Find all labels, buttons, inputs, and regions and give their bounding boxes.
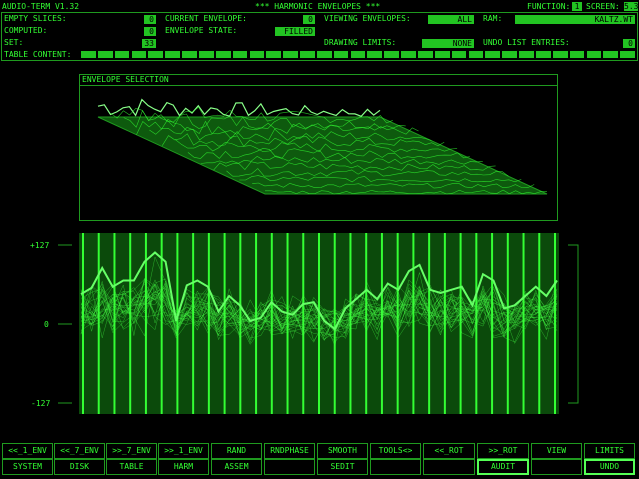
table-slice[interactable] (232, 51, 248, 58)
undo-button[interactable]: UNDO (584, 459, 635, 475)
table-content-label: TABLE CONTENT: (4, 50, 72, 59)
screen-label: SCREEN: (586, 2, 620, 11)
screen-indicator[interactable]: 5.3 (624, 2, 638, 11)
table-slice[interactable] (485, 51, 501, 58)
1-env-button[interactable]: <<_1_ENV (2, 443, 53, 459)
1-env-button[interactable]: >>_1_ENV (158, 443, 209, 459)
rot-button[interactable]: <<_ROT (423, 443, 475, 459)
table-slice[interactable] (198, 51, 214, 58)
table-button[interactable]: TABLE (106, 459, 157, 475)
viewing-envelopes-value[interactable]: ALL (428, 15, 474, 24)
empty-row2-7-button[interactable] (370, 459, 421, 475)
empty-slices-label: EMPTY SLICES: (4, 14, 67, 23)
table-slice[interactable] (401, 51, 416, 58)
harm-button[interactable]: HARM (158, 459, 209, 475)
table-slice[interactable] (434, 51, 450, 58)
computed-label: COMPUTED: (4, 26, 48, 35)
table-slice[interactable] (148, 51, 164, 58)
envelope-selection-title: ENVELOPE SELECTION (82, 75, 169, 84)
sedit-button[interactable]: SEDIT (317, 459, 368, 475)
disk-button[interactable]: DISK (54, 459, 105, 475)
table-slice[interactable] (316, 51, 332, 58)
smooth-button[interactable]: SMOOTH (317, 443, 368, 459)
limits-button[interactable]: LIMITS (584, 443, 635, 459)
ram-value[interactable]: KALTZ.WT (515, 15, 635, 24)
rndphase-button[interactable]: RNDPHASE (264, 443, 315, 459)
table-slice[interactable] (552, 51, 568, 58)
tools-button[interactable]: TOOLS<> (370, 443, 421, 459)
table-slice[interactable] (300, 51, 315, 58)
editor-range-bracket (568, 244, 579, 404)
7-env-button[interactable]: <<_7_ENV (54, 443, 105, 459)
empty-slices-value: 0 (144, 15, 156, 24)
current-envelope-value[interactable]: 0 (303, 15, 315, 24)
function-indicator[interactable]: 1 (572, 2, 582, 11)
table-slice[interactable] (519, 51, 534, 58)
viewing-envelopes-label: VIEWING ENVELOPES: (324, 14, 411, 23)
rand-button[interactable]: RAND (211, 443, 262, 459)
table-slice[interactable] (114, 51, 130, 58)
table-slice[interactable] (468, 51, 484, 58)
table-slice[interactable] (451, 51, 467, 58)
current-envelope-label: CURRENT ENVELOPE: (165, 14, 247, 23)
undo-list-entries-value: 0 (623, 39, 635, 48)
drawing-limits-label: DRAWING LIMITS: (324, 38, 397, 47)
system-button[interactable]: SYSTEM (2, 459, 53, 475)
table-slice[interactable] (215, 51, 231, 58)
envelope-state-label: ENVELOPE STATE: (165, 26, 238, 35)
empty-row2-10-button[interactable] (531, 459, 582, 475)
empty-row2-8-button[interactable] (423, 459, 475, 475)
table-slice[interactable] (535, 51, 551, 58)
envelope-trace (97, 98, 381, 118)
7-env-button[interactable]: >>_7_ENV (106, 443, 157, 459)
ram-label: RAM: (483, 14, 503, 23)
function-label: FUNCTION: (527, 2, 571, 11)
table-slice[interactable] (586, 51, 602, 58)
table-slice[interactable] (620, 51, 635, 58)
table-slice[interactable] (569, 51, 585, 58)
set-value: 33 (142, 39, 156, 48)
table-slice[interactable] (350, 51, 366, 58)
harmonic-envelope-editor[interactable] (0, 228, 639, 418)
table-slice[interactable] (502, 51, 517, 58)
table-slice[interactable] (283, 51, 298, 58)
table-slice[interactable] (418, 51, 433, 58)
table-slice[interactable] (266, 51, 282, 58)
assem-button[interactable]: ASSEM (211, 459, 262, 475)
table-slice[interactable] (367, 51, 383, 58)
table-slice[interactable] (603, 51, 619, 58)
screen-title: *** HARMONIC ENVELOPES *** (255, 2, 381, 11)
drawing-limits-value[interactable]: NONE (422, 39, 474, 48)
empty-row2-5-button[interactable] (264, 459, 315, 475)
set-label: SET: (4, 38, 24, 47)
table-slice[interactable] (165, 51, 180, 58)
envelope-3d-view[interactable] (80, 87, 557, 220)
view-button[interactable]: VIEW (531, 443, 582, 459)
undo-list-entries-label: UNDO LIST ENTRIES: (483, 38, 570, 47)
audit-button[interactable]: AUDIT (477, 459, 529, 475)
envelope-state-value[interactable]: FILLED (275, 27, 315, 36)
computed-value: 0 (144, 27, 156, 36)
table-slice[interactable] (131, 51, 147, 58)
app-title: AUDIO-TERM V1.32 (2, 2, 80, 11)
table-slice[interactable] (384, 51, 400, 58)
table-slice[interactable] (97, 51, 113, 58)
table-slice[interactable] (81, 51, 96, 58)
table-slice[interactable] (182, 51, 197, 58)
table-slice[interactable] (249, 51, 265, 58)
table-slice[interactable] (333, 51, 349, 58)
rot-button[interactable]: >>_ROT (477, 443, 529, 459)
